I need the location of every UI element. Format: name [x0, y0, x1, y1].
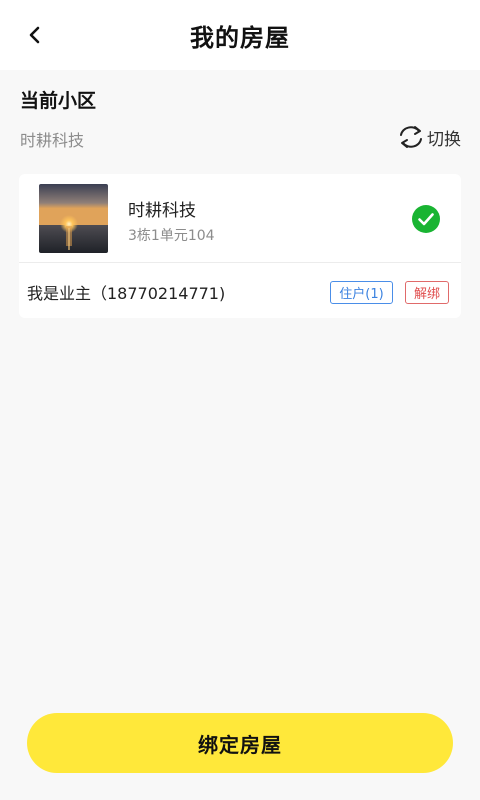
- current-community-name: 时耕科技: [20, 131, 85, 150]
- refresh-icon: [400, 126, 422, 148]
- bind-house-button[interactable]: 绑定房屋: [27, 713, 453, 773]
- house-item[interactable]: 时耕科技 3栋1单元104: [19, 174, 461, 263]
- unbind-button[interactable]: 解绑: [405, 281, 449, 304]
- house-unit: 3栋1单元104: [128, 228, 215, 244]
- switch-label: 切换: [427, 129, 461, 150]
- header-bar: 我的房屋: [0, 0, 480, 70]
- owner-text: 我是业主（18770214771): [27, 284, 226, 303]
- page-title: 我的房屋: [190, 23, 290, 52]
- app-screen: 我的房屋 当前小区 时耕科技 切换 时耕科技 3栋1单元104 我是业主（187…: [0, 0, 480, 800]
- back-button[interactable]: [20, 20, 50, 50]
- switch-community-button[interactable]: 切换: [397, 122, 461, 152]
- current-community-heading: 当前小区: [20, 90, 97, 112]
- check-circle-icon: [412, 205, 440, 233]
- house-thumbnail: [39, 184, 108, 253]
- residents-button[interactable]: 住户(1): [330, 281, 393, 304]
- house-card: 时耕科技 3栋1单元104 我是业主（18770214771) 住户(1) 解绑: [19, 174, 461, 318]
- house-name: 时耕科技: [128, 201, 196, 221]
- owner-row: 我是业主（18770214771) 住户(1) 解绑: [19, 263, 461, 318]
- chevron-left-icon: [29, 26, 40, 44]
